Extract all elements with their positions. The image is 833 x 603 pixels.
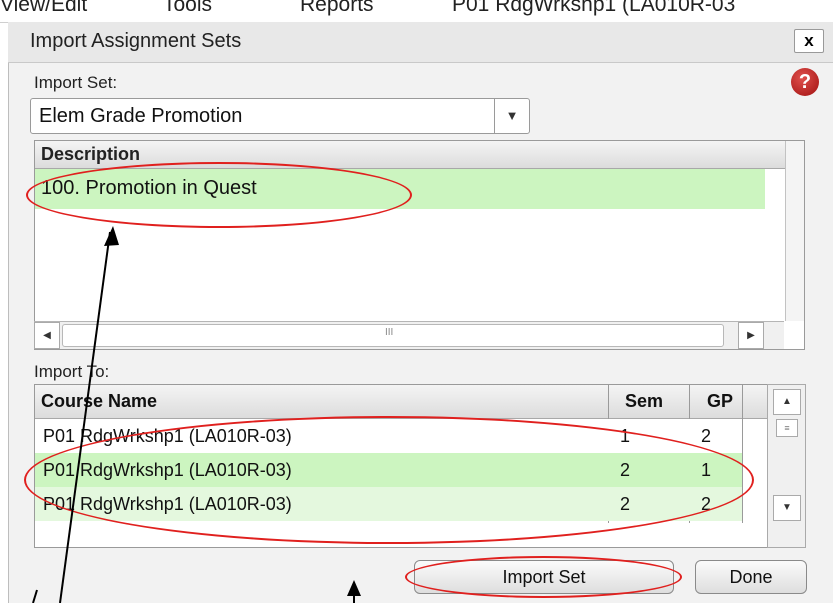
annotation-arrowhead	[104, 226, 119, 246]
annotation-arrow-line-short	[32, 589, 38, 603]
annotation-arrow-line	[59, 231, 111, 603]
annotation-arrowhead-bottom	[347, 580, 361, 596]
annotation-arrows	[32, 226, 361, 603]
